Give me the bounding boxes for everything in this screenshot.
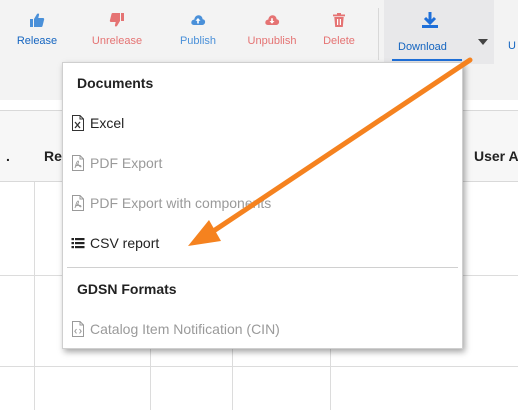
download-button[interactable]: Download <box>384 0 494 64</box>
pdf-file-icon <box>72 155 84 171</box>
thumbs-up-icon <box>30 13 45 27</box>
unpublish-button[interactable]: Unpublish <box>236 12 308 47</box>
excel-file-icon <box>72 115 84 131</box>
cloud-upload-icon <box>191 15 206 25</box>
delete-button[interactable]: Delete <box>316 12 362 47</box>
column-header[interactable]: User A <box>474 148 518 164</box>
code-file-icon <box>72 321 84 337</box>
menu-item-pdf-export[interactable]: PDF Export <box>71 151 162 175</box>
column-header[interactable]: . <box>6 148 10 164</box>
download-dropdown-menu: Documents Excel PDF Export PDF Export wi… <box>62 62 463 349</box>
column-divider <box>34 182 35 410</box>
menu-item-catalog-item-notification[interactable]: Catalog Item Notification (CIN) <box>71 317 280 341</box>
section-title-gdsn-formats: GDSN Formats <box>77 281 177 297</box>
row-divider <box>0 366 518 367</box>
section-title-documents: Documents <box>77 75 154 91</box>
dropdown-caret-icon[interactable] <box>478 39 488 45</box>
cloud-download-icon <box>265 15 280 25</box>
unrelease-button[interactable]: Unrelease <box>82 12 152 47</box>
release-button[interactable]: Release <box>10 12 64 47</box>
column-header[interactable]: Re <box>44 148 62 164</box>
trash-icon <box>333 13 345 27</box>
menu-item-pdf-export-with-components[interactable]: PDF Export with components <box>71 191 271 215</box>
list-icon <box>71 238 85 249</box>
truncated-toolbar-label[interactable]: U <box>508 40 516 52</box>
toolbar-divider <box>378 8 379 60</box>
menu-divider <box>67 267 458 268</box>
menu-item-csv-report[interactable]: CSV report <box>71 231 159 255</box>
menu-item-excel[interactable]: Excel <box>71 111 124 135</box>
thumbs-down-icon <box>109 13 124 27</box>
download-active-underline <box>392 59 462 61</box>
publish-button[interactable]: Publish <box>168 12 228 47</box>
pdf-file-icon <box>72 195 84 211</box>
download-icon <box>422 12 438 28</box>
